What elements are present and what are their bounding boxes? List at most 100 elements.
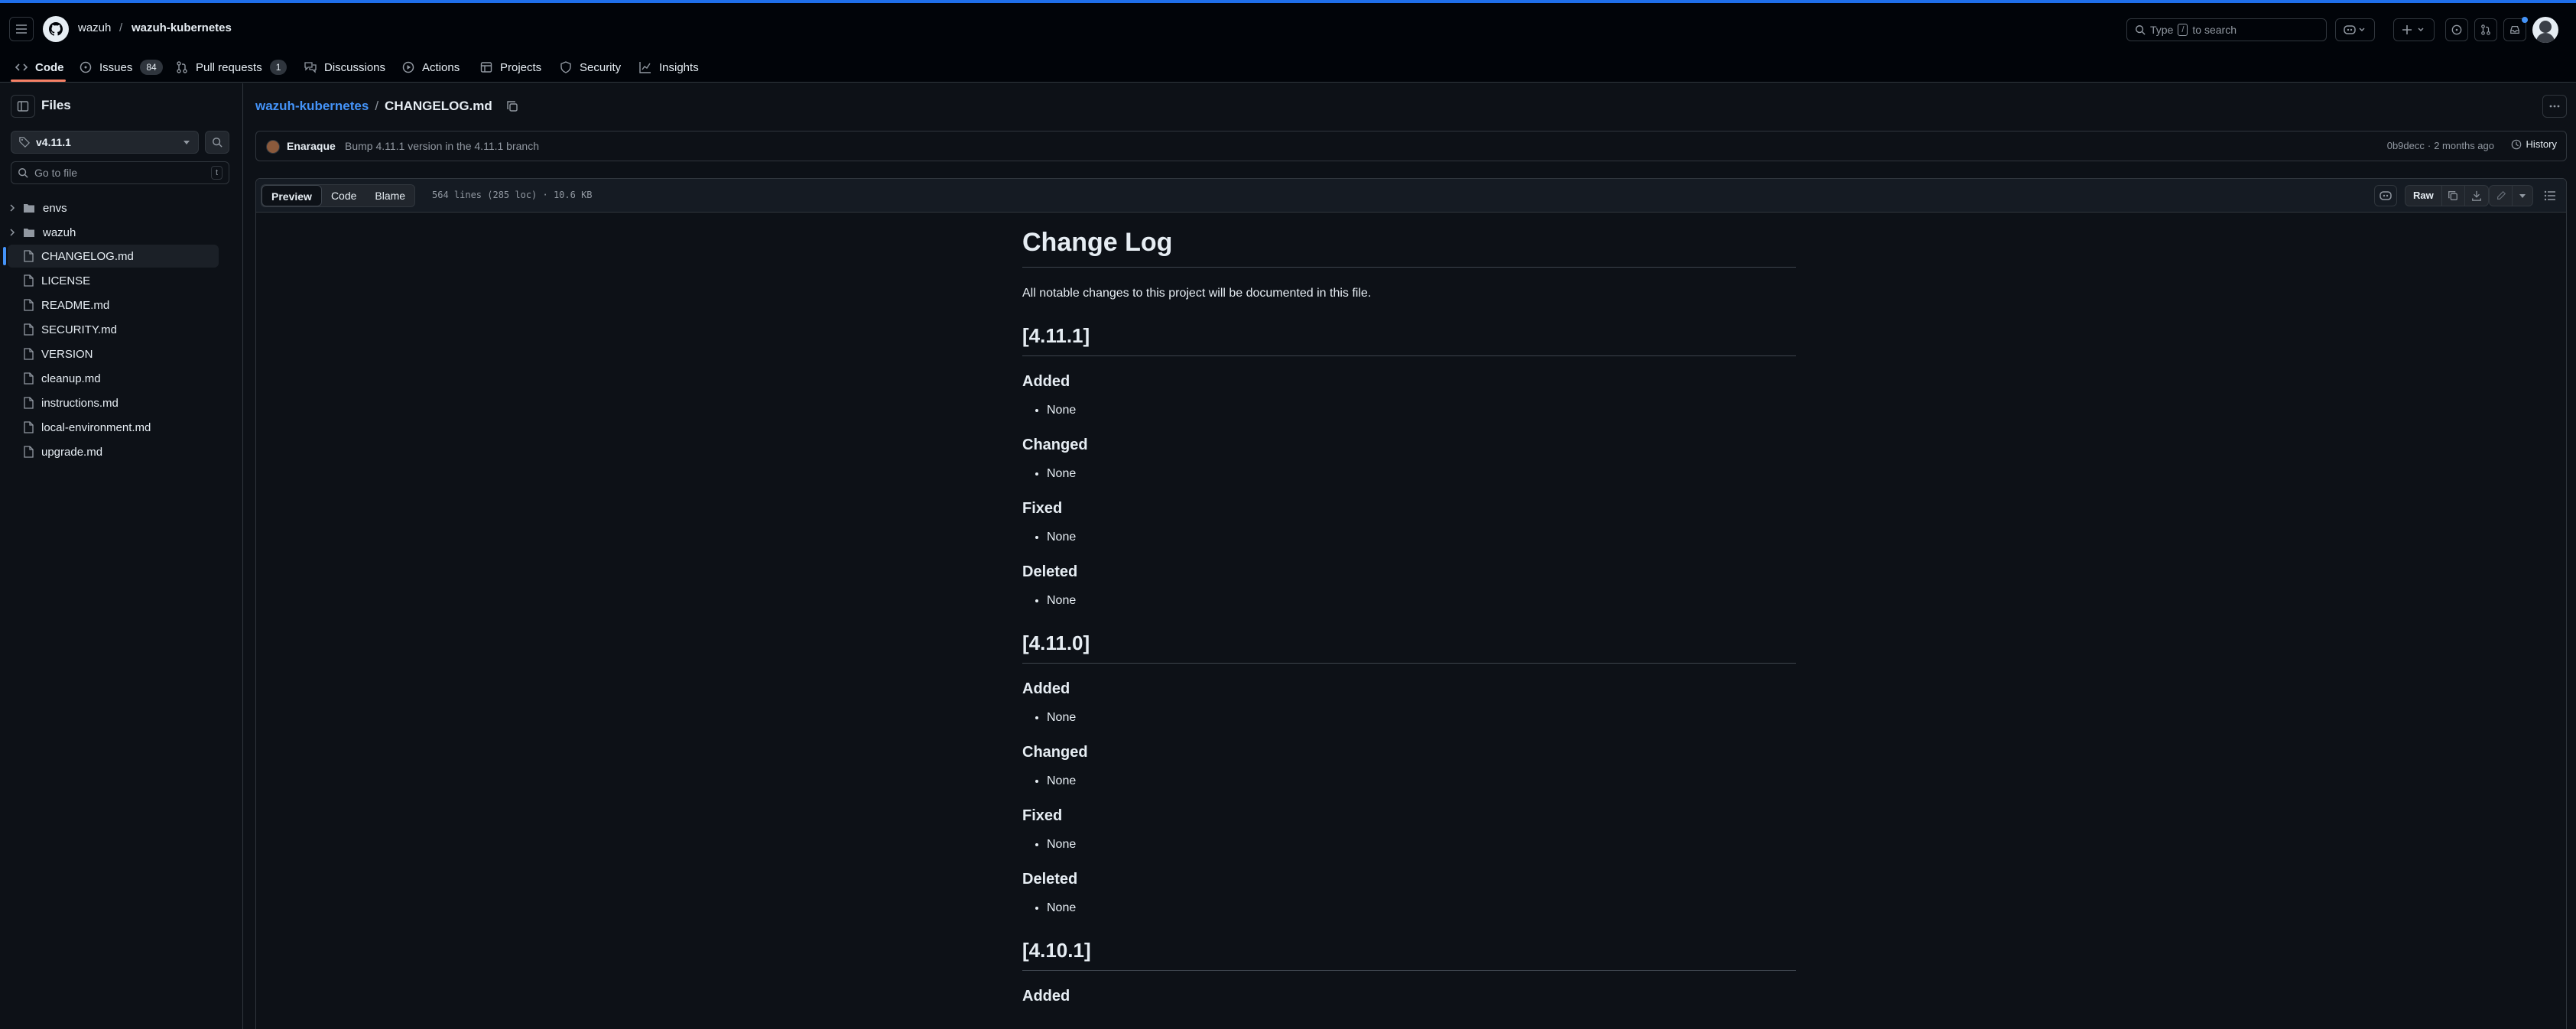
avatar[interactable] [2532,17,2558,43]
file-icon [24,250,34,262]
pull-request-icon [177,61,187,73]
history-button[interactable]: History [2511,138,2557,150]
change-list: None [1047,592,1796,610]
tree-item-folder[interactable]: envs [8,196,219,219]
download-icon [2471,190,2481,201]
repo-nav: Code Issues 84 Pull requests 1 Discussio… [0,50,2576,83]
issue-icon [2451,24,2462,35]
caret-down-icon [2519,194,2526,198]
list-item: None [1047,465,1796,483]
copy-path-icon[interactable] [506,100,518,112]
issues-button[interactable] [2445,18,2468,41]
tab-code-label: Code [35,60,64,74]
collapse-sidebar-button[interactable] [11,95,35,118]
tab-insights[interactable]: Insights [639,55,699,80]
section-heading: Fixed [1022,807,1063,824]
change-list: None [1047,401,1796,420]
copy-icon [2448,191,2458,200]
shield-icon [560,61,571,73]
commit-message-link[interactable]: Bump 4.11.1 version in the 4.11.1 branch [345,140,539,152]
file-icon [24,323,34,336]
tree-item-label: cleanup.md [41,372,101,385]
caret-down-icon [184,141,190,144]
search-icon [18,168,28,178]
tree-item-label: SECURITY.md [41,323,117,336]
commit-meta-dot: · [2427,140,2431,151]
sidebar-collapse-icon [17,101,29,112]
tree-item-file-selected[interactable]: CHANGELOG.md [8,245,219,268]
copilot-icon [2379,191,2392,200]
code-icon [15,63,28,71]
change-list: None [1047,709,1796,727]
global-header: wazuh / wazuh-kubernetes Type / to searc… [0,0,2576,55]
tab-actions[interactable]: Actions [402,55,460,80]
tab-preview[interactable]: Preview [261,185,322,206]
go-to-file-input[interactable]: Go to file t [11,161,229,184]
raw-button[interactable]: Raw [2405,186,2442,206]
copilot-ask-button[interactable] [2374,185,2397,206]
tab-code-view[interactable]: Code [322,185,365,206]
commit-sha-link[interactable]: 0b9decc [2387,140,2425,151]
tree-item-label: VERSION [41,347,93,361]
tab-security[interactable]: Security [560,55,621,80]
tab-projects[interactable]: Projects [480,55,541,80]
tree-item-file[interactable]: README.md [8,294,219,316]
tree-item-file[interactable]: VERSION [8,342,219,365]
plus-icon [2402,25,2424,34]
search-files-button[interactable] [205,131,229,154]
tab-code[interactable]: Code [15,55,64,80]
create-new-button[interactable] [2393,18,2435,41]
copy-raw-button[interactable] [2442,186,2465,206]
search-placeholder: Type [2150,24,2174,36]
tree-item-file[interactable]: cleanup.md [8,367,219,390]
tree-item-label: envs [43,201,67,215]
pull-requests-button[interactable] [2474,18,2497,41]
notifications-button[interactable] [2503,17,2528,41]
commit-author-link[interactable]: Enaraque [287,140,336,152]
file-tree-sidebar: Files v4.11.1 Go to file t envs wazuh CH… [0,83,243,1029]
search-shortcut-key: / [2178,24,2188,36]
search-input[interactable]: Type / to search [2126,18,2327,41]
list-item: None [1047,772,1796,790]
tree-item-folder[interactable]: wazuh [8,221,219,244]
sidebar-title: Files [41,98,71,112]
latest-commit-bar: Enaraque Bump 4.11.1 version in the 4.11… [255,131,2567,161]
search-icon [213,138,223,148]
view-segmented-control: Preview Code Blame [261,184,416,207]
outline-button[interactable] [2539,185,2561,206]
github-logo[interactable] [43,16,69,42]
file-icon [24,421,34,433]
table-icon [480,62,492,73]
tab-blame[interactable]: Blame [365,185,414,206]
markdown-intro: All notable changes to this project will… [1022,287,1372,300]
tab-issues[interactable]: Issues 84 [80,55,163,80]
tab-discussions[interactable]: Discussions [304,55,385,80]
tab-discussions-label: Discussions [324,60,386,74]
tree-item-file[interactable]: LICENSE [8,269,219,292]
download-button[interactable] [2465,186,2488,206]
repo-link[interactable]: wazuh-kubernetes [132,21,232,34]
edit-options-button[interactable] [2513,186,2532,206]
breadcrumb-repo-link[interactable]: wazuh-kubernetes [255,99,369,114]
path-separator: / [119,21,123,34]
tree-item-file[interactable]: local-environment.md [8,416,219,439]
edit-file-button[interactable] [2490,186,2513,206]
tab-security-label: Security [580,60,622,74]
menu-button[interactable] [9,17,34,41]
owner-link[interactable]: wazuh [78,21,111,34]
tree-item-label: wazuh [43,226,76,239]
tree-item-file[interactable]: SECURITY.md [8,318,219,341]
tree-item-file[interactable]: instructions.md [8,391,219,414]
change-list: None [1047,772,1796,790]
tag-icon [19,137,30,148]
section-heading: Added [1022,373,1070,390]
tab-pull-requests[interactable]: Pull requests 1 [176,55,287,80]
change-list: None [1047,465,1796,483]
branch-selector[interactable]: v4.11.1 [11,131,199,154]
copilot-button[interactable] [2335,18,2375,41]
file-toolbar: Preview Code Blame 564 lines (285 loc) ·… [256,179,2566,213]
chevron-right-icon [10,229,15,236]
more-options-button[interactable] [2542,95,2567,118]
go-to-file-placeholder: Go to file [34,167,78,179]
tree-item-file[interactable]: upgrade.md [8,440,219,463]
